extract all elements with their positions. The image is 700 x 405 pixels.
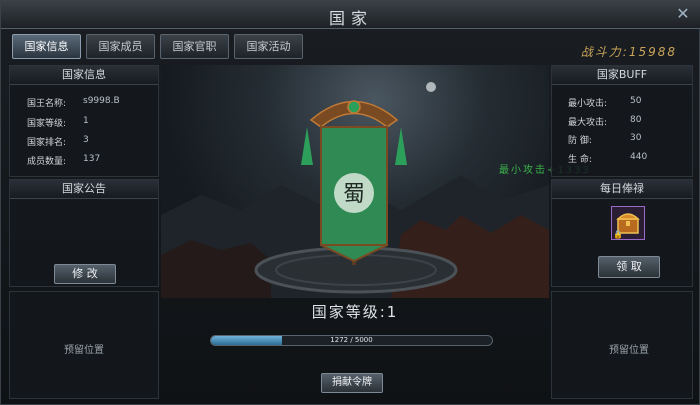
buff-min-attack-row: 最小攻击: 50: [568, 96, 641, 109]
country-rank-label: 国家排名:: [27, 138, 67, 148]
member-count-value: 137: [83, 154, 101, 164]
tab-country-officials[interactable]: 国家官职: [160, 34, 229, 59]
country-info-panel: 国家信息 国王名称: s9998.B 国家等级: 1 国家排名: 3 成员数量:…: [9, 65, 159, 177]
tab-country-activities[interactable]: 国家活动: [234, 34, 303, 59]
member-count-row: 成员数量: 137: [27, 154, 100, 167]
country-info-header: 国家信息: [10, 66, 158, 85]
close-icon[interactable]: ✕: [673, 4, 693, 24]
tassel-right: [395, 127, 407, 165]
reserved-panel-left: 预留位置: [9, 291, 159, 399]
combat-power: 战斗力:15988: [580, 45, 677, 59]
notice-header: 国家公告: [10, 180, 158, 199]
salary-reward-slot[interactable]: 🔒: [611, 206, 645, 240]
country-rank-row: 国家排名: 3: [27, 135, 89, 148]
country-level-value: 1: [83, 116, 89, 126]
country-level-title: 国家等级:1: [311, 303, 399, 321]
lock-icon: 🔒: [613, 230, 623, 239]
level-progress-bar: 1272 / 5000: [210, 335, 493, 346]
buff-max-attack-label: 最大攻击:: [568, 118, 608, 128]
reserved-label-left: 预留位置: [64, 345, 104, 356]
buff-defense-row: 防 御: 30: [568, 133, 641, 146]
buff-defense-value: 30: [630, 133, 642, 143]
country-window: 国家 ✕ 国家信息 国家成员 国家官职 国家活动 战斗力:15988 国家信息 …: [0, 0, 700, 405]
king-name-value: s9998.B: [83, 96, 120, 106]
member-count-label: 成员数量:: [27, 157, 67, 167]
buff-min-attack-label: 最小攻击:: [568, 99, 608, 109]
daily-salary-panel: 每日俸禄 🔒 领 取: [551, 179, 693, 287]
country-buff-header: 国家BUFF: [552, 66, 692, 85]
crest-gem: [347, 100, 361, 114]
tab-country-info[interactable]: 国家信息: [12, 34, 81, 59]
buff-defense-label: 防 御:: [568, 136, 592, 146]
notice-panel: 国家公告 修 改: [9, 179, 159, 287]
king-name-row: 国王名称: s9998.B: [27, 96, 120, 109]
buff-max-attack-row: 最大攻击: 80: [568, 115, 641, 128]
edit-notice-button[interactable]: 修 改: [54, 264, 116, 284]
banner-illustration: 蜀: [161, 82, 549, 298]
buff-life-value: 440: [630, 152, 648, 162]
daily-salary-header: 每日俸禄: [552, 180, 692, 199]
banner-glyph: 蜀: [343, 182, 365, 207]
country-banner-scene: 蜀: [161, 65, 549, 298]
buff-min-attack-value: 50: [630, 96, 642, 106]
country-rank-value: 3: [83, 135, 89, 145]
buff-life-label: 生 命:: [568, 155, 592, 165]
donate-token-button[interactable]: 捐献令牌: [321, 373, 383, 393]
reserved-panel-right: 预留位置: [551, 291, 693, 399]
tassel-left: [301, 127, 313, 165]
buff-max-attack-value: 80: [630, 115, 642, 125]
king-name-label: 国王名称:: [27, 99, 67, 109]
reserved-label-right: 预留位置: [609, 345, 649, 356]
moon: [426, 82, 436, 92]
country-buff-panel: 国家BUFF 最小攻击: 50 最大攻击: 80 防 御: 30 生 命: 44…: [551, 65, 693, 177]
window-title: 国家: [328, 9, 373, 28]
claim-salary-button[interactable]: 领 取: [598, 256, 660, 278]
level-progress-text: 1272 / 5000: [330, 336, 373, 344]
title-bar: 国家 ✕: [1, 1, 700, 29]
ruins-left: [161, 240, 271, 298]
buff-life-row: 生 命: 440: [568, 152, 647, 165]
tab-country-members[interactable]: 国家成员: [86, 34, 155, 59]
country-level-label: 国家等级:: [27, 119, 67, 129]
country-level-row: 国家等级: 1: [27, 116, 89, 129]
